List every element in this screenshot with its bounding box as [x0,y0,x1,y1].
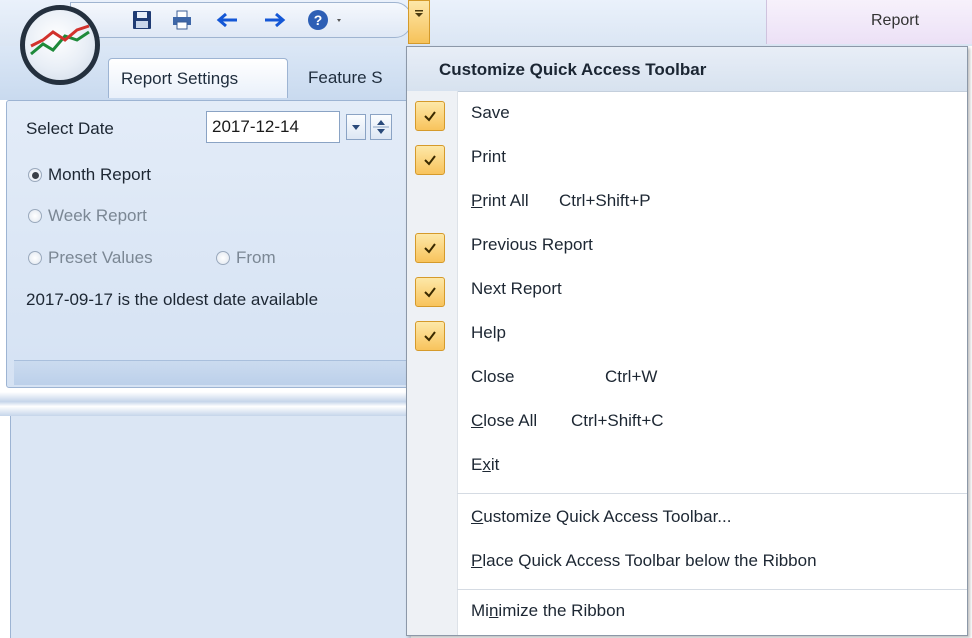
date-dropdown-button[interactable] [346,114,366,140]
tab-label: Feature S [308,68,383,87]
save-icon[interactable] [131,9,155,31]
menu-item-label: Print [471,147,506,166]
radio-label: Month Report [48,165,151,184]
menu-item-label: Next Report [471,279,562,298]
select-date-label: Select Date [26,119,114,138]
menu-item-label: Customize Quick Access Toolbar... [471,507,732,526]
menu-item-label: Close All [471,411,538,430]
menu-item-close-all[interactable]: Close All Ctrl+Shift+C [407,403,967,447]
panel-footer [14,360,410,385]
app-logo-icon [30,24,90,56]
menu-item-previous-report[interactable]: Previous Report [407,227,967,271]
menu-item-label: Save [471,103,510,122]
menu-item-print-all[interactable]: Print All Ctrl+Shift+P [407,183,967,227]
menu-separator [457,493,967,494]
print-icon[interactable] [171,9,195,31]
help-icon[interactable]: ? [307,9,347,31]
app-menu-button[interactable] [20,5,100,85]
menu-item-next-report[interactable]: Next Report [407,271,967,315]
date-spinner[interactable] [370,114,392,140]
menu-item-place-qat-below[interactable]: Place Quick Access Toolbar below the Rib… [407,543,967,587]
report-settings-panel [6,100,410,388]
check-icon [415,321,445,351]
svg-text:?: ? [314,12,323,28]
radio-week-report[interactable] [28,209,42,223]
customize-dropdown-icon[interactable] [408,0,430,44]
menu-item-save[interactable]: Save [407,95,967,139]
tab-report-settings[interactable]: Report Settings [108,58,288,98]
menu-header: Customize Quick Access Toolbar [407,47,967,92]
date-field[interactable]: 2017-12-14 [206,111,340,143]
menu-item-exit[interactable]: Exit [407,447,967,491]
menu-item-print[interactable]: Print [407,139,967,183]
radio-month-report[interactable] [28,168,42,182]
menu-item-minimize-ribbon[interactable]: Minimize the Ribbon [407,593,967,637]
menu-item-label: Previous Report [471,235,593,254]
menu-item-label: Minimize the Ribbon [471,601,626,620]
oldest-date-info: 2017-09-17 is the oldest date available [26,290,319,309]
menu-item-close[interactable]: Close Ctrl+W [407,359,967,403]
radio-label: Preset Values [48,248,153,267]
contextual-tab-report[interactable]: Report [766,0,972,44]
menu-item-label: Print All [471,191,529,210]
menu-item-help[interactable]: Help [407,315,967,359]
ribbon-separator [0,392,410,416]
menu-separator [457,589,967,590]
radio-preset-values[interactable] [28,251,42,265]
previous-report-icon[interactable] [215,9,239,31]
spin-arrows-icon [373,120,389,134]
menu-item-label: Place Quick Access Toolbar below the Rib… [471,551,817,570]
customize-qat-menu: Customize Quick Access Toolbar Save Prin… [406,46,968,636]
menu-title: Customize Quick Access Toolbar [439,60,707,79]
menu-item-label: Close [471,367,515,386]
check-icon [415,101,445,131]
contextual-tab-label: Report [871,12,920,29]
workspace-area [10,416,411,638]
radio-label: From [236,248,276,267]
menu-item-shortcut: Ctrl+W [605,367,658,386]
check-icon [415,233,445,263]
radio-from[interactable] [216,251,230,265]
check-icon [415,277,445,307]
menu-item-shortcut: Ctrl+Shift+C [571,411,664,430]
radio-label: Week Report [48,206,147,225]
next-report-icon[interactable] [263,9,287,31]
menu-item-customize-qat[interactable]: Customize Quick Access Toolbar... [407,499,967,543]
quick-access-toolbar: ? [70,2,412,38]
menu-item-label: Help [471,323,506,342]
tab-label: Report Settings [121,69,239,88]
check-icon [415,145,445,175]
tab-feature[interactable]: Feature S [296,58,416,98]
chevron-down-icon [352,125,360,130]
menu-item-label: Exit [471,455,500,474]
menu-item-shortcut: Ctrl+Shift+P [559,191,651,210]
